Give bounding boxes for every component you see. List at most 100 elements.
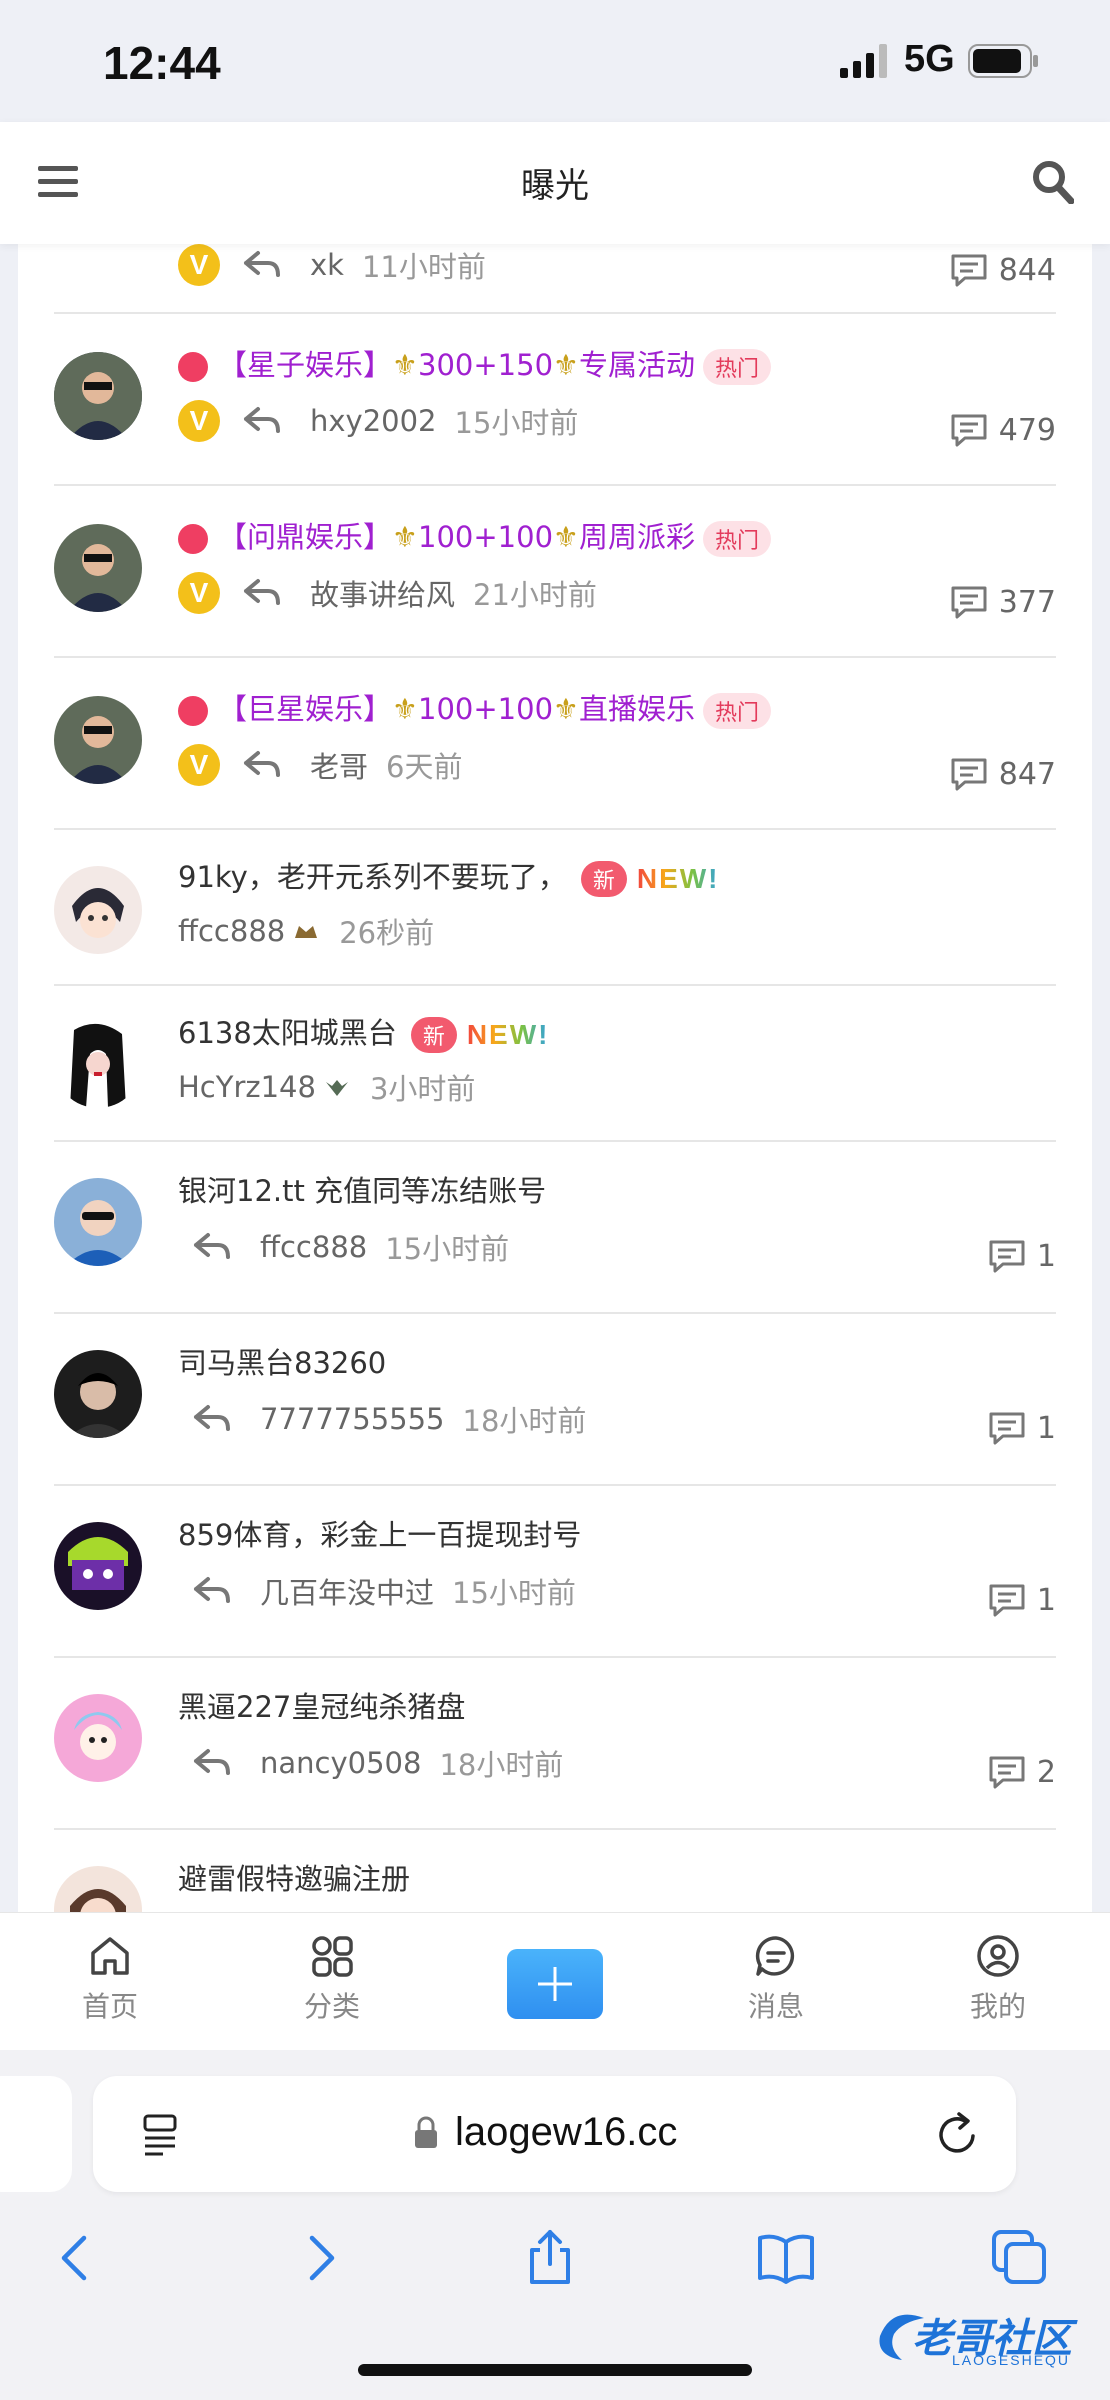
post-title[interactable]: 黑逼227皇冠纯杀猪盘 (178, 1684, 465, 1726)
comment-count-value: 479 (998, 412, 1056, 448)
arrow-up-icon (178, 524, 208, 554)
avatar (54, 1694, 142, 1782)
post-title[interactable]: 【巨星娱乐】⚜100+100⚜直播娱乐 热门 (178, 686, 772, 729)
hot-badge: 热门 (703, 349, 772, 385)
post-author[interactable]: ffcc888 (178, 914, 285, 948)
post-meta: nancy0508 18小时前 (178, 1742, 563, 1784)
reply-icon (244, 579, 280, 605)
avatar (54, 1866, 142, 1912)
rank-icon (325, 1080, 348, 1096)
comment-icon (989, 1584, 1025, 1617)
post-row[interactable]: 银河12.tt 充值同等冻结账号 ffcc888 15小时前 1 (54, 1142, 1056, 1314)
post-time: 18小时前 (462, 1404, 587, 1438)
post-title-amount: 100+100 (418, 520, 554, 554)
page-menu-icon[interactable] (139, 2112, 183, 2156)
chat-icon (755, 1936, 795, 1976)
nav-category[interactable]: 分类 (272, 1933, 392, 2025)
search-icon[interactable] (1032, 160, 1074, 204)
fleur-icon: ⚜ (392, 520, 419, 554)
vip-badge-icon: V (178, 572, 220, 614)
post-author[interactable]: 几百年没中过 (260, 1570, 434, 1612)
reply-icon (244, 407, 280, 433)
post-author[interactable]: HcYrz148 (178, 1070, 316, 1104)
app-header: 曝光 (0, 122, 1110, 244)
nav-messages[interactable]: 消息 (716, 1933, 836, 2025)
post-title[interactable]: 6138太阳城黑台新 NEW! (178, 1010, 549, 1053)
post-time: 21小时前 (473, 578, 597, 612)
post-author[interactable]: xk (310, 248, 344, 282)
post-row[interactable]: 避雷假特邀骗注册 (54, 1830, 1056, 1912)
post-time: 15小时前 (454, 406, 579, 440)
vip-badge-icon: V (178, 744, 220, 786)
reply-icon (194, 1233, 230, 1259)
post-row[interactable]: 黑逼227皇冠纯杀猪盘 nancy0508 18小时前 2 (54, 1658, 1056, 1830)
post-row[interactable]: 司马黑台83260 7777755555 18小时前 1 (54, 1314, 1056, 1486)
watermark-sub: LAOGESHEQU (952, 2352, 1071, 2368)
post-title-text: 91ky，老开元系列不要玩了， (178, 860, 567, 894)
comment-count: 1 (987, 1238, 1056, 1274)
nav-home[interactable]: 首页 (50, 1933, 170, 2025)
post-author[interactable]: ffcc888 (260, 1230, 367, 1264)
post-title[interactable]: 司马黑台83260 (178, 1340, 386, 1382)
comment-count: 479 (949, 412, 1056, 448)
previous-tab-preview[interactable] (0, 2076, 72, 2192)
post-title[interactable]: 【星子娱乐】⚜300+150⚜专属活动 热门 (178, 342, 772, 385)
forward-icon[interactable] (290, 2228, 350, 2288)
nav-category-label: 分类 (303, 1990, 360, 2023)
post-meta: V xk 11小时前 (178, 244, 486, 286)
post-author[interactable]: 老哥 (310, 744, 368, 786)
nav-mine[interactable]: 我的 (938, 1933, 1058, 2025)
fleur-icon: ⚜ (392, 348, 419, 382)
plus-icon (538, 1967, 572, 2001)
post-row[interactable]: 859体育，彩金上一百提现封号 几百年没中过 15小时前 1 (54, 1486, 1056, 1658)
address-bar[interactable]: laogew16.cc (93, 2076, 1016, 2192)
post-title[interactable]: 859体育，彩金上一百提现封号 (178, 1512, 581, 1554)
post-title[interactable]: 91ky，老开元系列不要玩了， 新 NEW! (178, 854, 720, 897)
post-time: 6天前 (386, 750, 463, 784)
post-row[interactable]: 【星子娱乐】⚜300+150⚜专属活动 热门 V hxy2002 15小时前 47… (54, 314, 1056, 486)
post-row[interactable]: 91ky，老开元系列不要玩了， 新 NEW! ffcc888 26秒前 (54, 830, 1056, 986)
fleur-icon: ⚜ (553, 520, 580, 554)
reply-icon (194, 1405, 230, 1431)
post-title-text: 【巨星娱乐】 (218, 692, 393, 726)
share-icon[interactable] (520, 2228, 580, 2288)
fleur-icon: ⚜ (553, 692, 580, 726)
post-author[interactable]: hxy2002 (310, 404, 437, 438)
watermark: 老哥社区 LAOGESHEQU (872, 2302, 1102, 2374)
post-time: 26秒前 (339, 916, 435, 950)
home-indicator (358, 2364, 752, 2376)
comment-count-value: 847 (998, 756, 1056, 792)
comment-count-value: 1 (1036, 1410, 1056, 1446)
post-title[interactable]: 避雷假特邀骗注册 (178, 1856, 410, 1898)
comment-icon (989, 1756, 1025, 1789)
post-author[interactable]: nancy0508 (260, 1746, 421, 1780)
post-row[interactable]: 【问鼎娱乐】⚜100+100⚜周周派彩 热门 V 故事讲给风 21小时前 377 (54, 486, 1056, 658)
add-post-button[interactable] (507, 1949, 603, 2019)
post-meta: V hxy2002 15小时前 (178, 400, 578, 442)
post-row[interactable]: 【巨星娱乐】⚜100+100⚜直播娱乐 热门 V 老哥 6天前 847 (54, 658, 1056, 830)
comment-icon (989, 1240, 1025, 1273)
avatar (54, 1522, 142, 1610)
post-title-suffix: 直播娱乐 (579, 692, 696, 726)
post-author[interactable]: 故事讲给风 (310, 572, 455, 614)
post-time: 15小时前 (385, 1232, 510, 1266)
post-title[interactable]: 【问鼎娱乐】⚜100+100⚜周周派彩 热门 (178, 514, 772, 557)
comment-icon (951, 586, 987, 619)
battery-icon (968, 44, 1038, 78)
reload-icon[interactable] (935, 2110, 981, 2158)
arrow-up-icon (178, 352, 208, 382)
bookmarks-icon[interactable] (756, 2228, 816, 2288)
post-meta: V 故事讲给风 21小时前 (178, 572, 597, 614)
post-row[interactable]: 6138太阳城黑台新 NEW! HcYrz148 3小时前 (54, 986, 1056, 1142)
post-title[interactable]: 银河12.tt 充值同等冻结账号 (178, 1168, 546, 1210)
post-title-text: 【星子娱乐】 (218, 348, 393, 382)
tabs-icon[interactable] (990, 2228, 1050, 2288)
fleur-icon: ⚜ (392, 692, 419, 726)
back-icon[interactable] (46, 2228, 106, 2288)
post-author[interactable]: 7777755555 (260, 1402, 445, 1436)
post-row[interactable]: V xk 11小时前 844 (54, 244, 1056, 314)
signal-icon (840, 44, 887, 78)
comment-icon (951, 254, 987, 287)
post-meta: 7777755555 18小时前 (178, 1398, 586, 1440)
nav-home-label: 首页 (81, 1990, 138, 2023)
